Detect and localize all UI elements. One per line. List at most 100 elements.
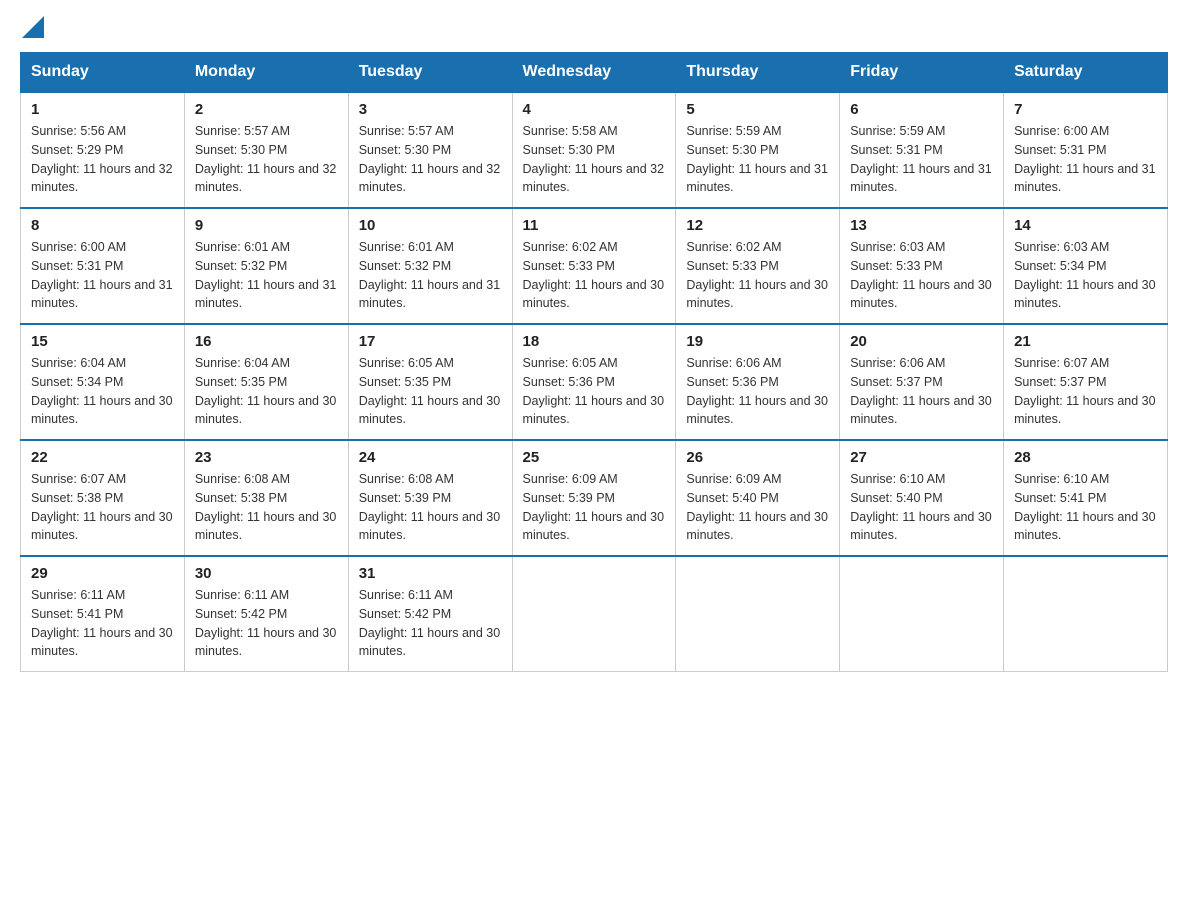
day-number: 12 — [686, 217, 829, 234]
day-number: 10 — [359, 217, 502, 234]
calendar-cell: 12 Sunrise: 6:02 AMSunset: 5:33 PMDayligh… — [676, 208, 840, 324]
calendar-cell: 3 Sunrise: 5:57 AMSunset: 5:30 PMDaylight… — [348, 92, 512, 208]
calendar-header-row: SundayMondayTuesdayWednesdayThursdayFrid… — [21, 53, 1168, 93]
logo — [20, 20, 44, 34]
day-info: Sunrise: 6:04 AMSunset: 5:34 PMDaylight:… — [31, 354, 174, 429]
day-info: Sunrise: 6:09 AMSunset: 5:40 PMDaylight:… — [686, 470, 829, 545]
calendar-week-5: 29Sunrise: 6:11 AMSunset: 5:41 PMDayligh… — [21, 556, 1168, 672]
calendar-cell: 17Sunrise: 6:05 AMSunset: 5:35 PMDayligh… — [348, 324, 512, 440]
day-number: 26 — [686, 449, 829, 466]
day-number: 7 — [1014, 101, 1157, 118]
calendar-cell — [676, 556, 840, 672]
calendar-cell: 22 Sunrise: 6:07 AMSunset: 5:38 PMDayligh… — [21, 440, 185, 556]
page-header — [20, 20, 1168, 34]
calendar-cell: 21Sunrise: 6:07 AMSunset: 5:37 PMDayligh… — [1004, 324, 1168, 440]
day-info: Sunrise: 5:59 AMSunset: 5:30 PMDaylight:… — [686, 122, 829, 197]
calendar-cell: 27 Sunrise: 6:10 AMSunset: 5:40 PMDayligh… — [840, 440, 1004, 556]
col-header-monday: Monday — [184, 53, 348, 93]
calendar-cell: 9 Sunrise: 6:01 AMSunset: 5:32 PMDaylight… — [184, 208, 348, 324]
calendar-cell: 4 Sunrise: 5:58 AMSunset: 5:30 PMDaylight… — [512, 92, 676, 208]
day-info: Sunrise: 6:07 AMSunset: 5:38 PMDaylight:… — [31, 470, 174, 545]
day-info: Sunrise: 6:03 AMSunset: 5:33 PMDaylight:… — [850, 238, 993, 313]
day-number: 16 — [195, 333, 338, 350]
calendar-cell: 2 Sunrise: 5:57 AMSunset: 5:30 PMDaylight… — [184, 92, 348, 208]
day-number: 3 — [359, 101, 502, 118]
day-number: 13 — [850, 217, 993, 234]
calendar-cell: 14 Sunrise: 6:03 AMSunset: 5:34 PMDayligh… — [1004, 208, 1168, 324]
calendar-cell: 20Sunrise: 6:06 AMSunset: 5:37 PMDayligh… — [840, 324, 1004, 440]
day-info: Sunrise: 5:59 AMSunset: 5:31 PMDaylight:… — [850, 122, 993, 197]
calendar-cell: 15 Sunrise: 6:04 AMSunset: 5:34 PMDayligh… — [21, 324, 185, 440]
day-number: 17 — [359, 333, 502, 350]
day-info: Sunrise: 6:05 AMSunset: 5:36 PMDaylight:… — [523, 354, 666, 429]
day-info: Sunrise: 6:11 AMSunset: 5:41 PMDaylight:… — [31, 586, 174, 661]
day-number: 18 — [523, 333, 666, 350]
calendar-week-4: 22 Sunrise: 6:07 AMSunset: 5:38 PMDayligh… — [21, 440, 1168, 556]
day-info: Sunrise: 5:57 AMSunset: 5:30 PMDaylight:… — [359, 122, 502, 197]
calendar-cell: 30 Sunrise: 6:11 AMSunset: 5:42 PMDayligh… — [184, 556, 348, 672]
day-info: Sunrise: 6:08 AMSunset: 5:38 PMDaylight:… — [195, 470, 338, 545]
calendar-cell: 10 Sunrise: 6:01 AMSunset: 5:32 PMDayligh… — [348, 208, 512, 324]
day-number: 1 — [31, 101, 174, 118]
calendar-week-2: 8Sunrise: 6:00 AMSunset: 5:31 PMDaylight… — [21, 208, 1168, 324]
col-header-saturday: Saturday — [1004, 53, 1168, 93]
day-info: Sunrise: 6:03 AMSunset: 5:34 PMDaylight:… — [1014, 238, 1157, 313]
col-header-tuesday: Tuesday — [348, 53, 512, 93]
calendar-cell: 28 Sunrise: 6:10 AMSunset: 5:41 PMDayligh… — [1004, 440, 1168, 556]
day-number: 30 — [195, 565, 338, 582]
logo-triangle-icon — [22, 16, 44, 38]
calendar-cell: 7 Sunrise: 6:00 AMSunset: 5:31 PMDaylight… — [1004, 92, 1168, 208]
day-number: 25 — [523, 449, 666, 466]
col-header-thursday: Thursday — [676, 53, 840, 93]
day-number: 27 — [850, 449, 993, 466]
calendar-cell: 8Sunrise: 6:00 AMSunset: 5:31 PMDaylight… — [21, 208, 185, 324]
day-number: 31 — [359, 565, 502, 582]
calendar-cell — [1004, 556, 1168, 672]
day-number: 15 — [31, 333, 174, 350]
day-info: Sunrise: 6:11 AMSunset: 5:42 PMDaylight:… — [359, 586, 502, 661]
day-info: Sunrise: 5:58 AMSunset: 5:30 PMDaylight:… — [523, 122, 666, 197]
day-number: 8 — [31, 217, 174, 234]
calendar-cell: 16 Sunrise: 6:04 AMSunset: 5:35 PMDayligh… — [184, 324, 348, 440]
day-info: Sunrise: 6:04 AMSunset: 5:35 PMDaylight:… — [195, 354, 338, 429]
day-number: 2 — [195, 101, 338, 118]
day-number: 24 — [359, 449, 502, 466]
day-number: 9 — [195, 217, 338, 234]
day-info: Sunrise: 6:01 AMSunset: 5:32 PMDaylight:… — [359, 238, 502, 313]
day-info: Sunrise: 6:06 AMSunset: 5:36 PMDaylight:… — [686, 354, 829, 429]
calendar-cell: 23 Sunrise: 6:08 AMSunset: 5:38 PMDayligh… — [184, 440, 348, 556]
calendar-cell: 13 Sunrise: 6:03 AMSunset: 5:33 PMDayligh… — [840, 208, 1004, 324]
day-number: 23 — [195, 449, 338, 466]
calendar-cell: 5Sunrise: 5:59 AMSunset: 5:30 PMDaylight… — [676, 92, 840, 208]
calendar-cell: 26 Sunrise: 6:09 AMSunset: 5:40 PMDayligh… — [676, 440, 840, 556]
day-info: Sunrise: 6:11 AMSunset: 5:42 PMDaylight:… — [195, 586, 338, 661]
day-info: Sunrise: 6:09 AMSunset: 5:39 PMDaylight:… — [523, 470, 666, 545]
calendar-cell: 19Sunrise: 6:06 AMSunset: 5:36 PMDayligh… — [676, 324, 840, 440]
day-info: Sunrise: 6:00 AMSunset: 5:31 PMDaylight:… — [1014, 122, 1157, 197]
day-number: 22 — [31, 449, 174, 466]
day-number: 28 — [1014, 449, 1157, 466]
day-info: Sunrise: 6:08 AMSunset: 5:39 PMDaylight:… — [359, 470, 502, 545]
calendar-week-3: 15 Sunrise: 6:04 AMSunset: 5:34 PMDayligh… — [21, 324, 1168, 440]
calendar-table: SundayMondayTuesdayWednesdayThursdayFrid… — [20, 52, 1168, 672]
calendar-cell: 25 Sunrise: 6:09 AMSunset: 5:39 PMDayligh… — [512, 440, 676, 556]
day-info: Sunrise: 5:57 AMSunset: 5:30 PMDaylight:… — [195, 122, 338, 197]
day-number: 20 — [850, 333, 993, 350]
day-info: Sunrise: 6:02 AMSunset: 5:33 PMDaylight:… — [686, 238, 829, 313]
calendar-cell: 6Sunrise: 5:59 AMSunset: 5:31 PMDaylight… — [840, 92, 1004, 208]
day-info: Sunrise: 6:01 AMSunset: 5:32 PMDaylight:… — [195, 238, 338, 313]
calendar-cell: 11Sunrise: 6:02 AMSunset: 5:33 PMDayligh… — [512, 208, 676, 324]
calendar-cell: 31 Sunrise: 6:11 AMSunset: 5:42 PMDayligh… — [348, 556, 512, 672]
calendar-cell — [512, 556, 676, 672]
day-info: Sunrise: 6:10 AMSunset: 5:41 PMDaylight:… — [1014, 470, 1157, 545]
col-header-friday: Friday — [840, 53, 1004, 93]
calendar-week-1: 1Sunrise: 5:56 AMSunset: 5:29 PMDaylight… — [21, 92, 1168, 208]
day-info: Sunrise: 6:10 AMSunset: 5:40 PMDaylight:… — [850, 470, 993, 545]
day-number: 4 — [523, 101, 666, 118]
day-number: 11 — [523, 217, 666, 234]
col-header-sunday: Sunday — [21, 53, 185, 93]
calendar-cell: 24 Sunrise: 6:08 AMSunset: 5:39 PMDayligh… — [348, 440, 512, 556]
calendar-cell: 1Sunrise: 5:56 AMSunset: 5:29 PMDaylight… — [21, 92, 185, 208]
day-info: Sunrise: 6:07 AMSunset: 5:37 PMDaylight:… — [1014, 354, 1157, 429]
day-number: 14 — [1014, 217, 1157, 234]
